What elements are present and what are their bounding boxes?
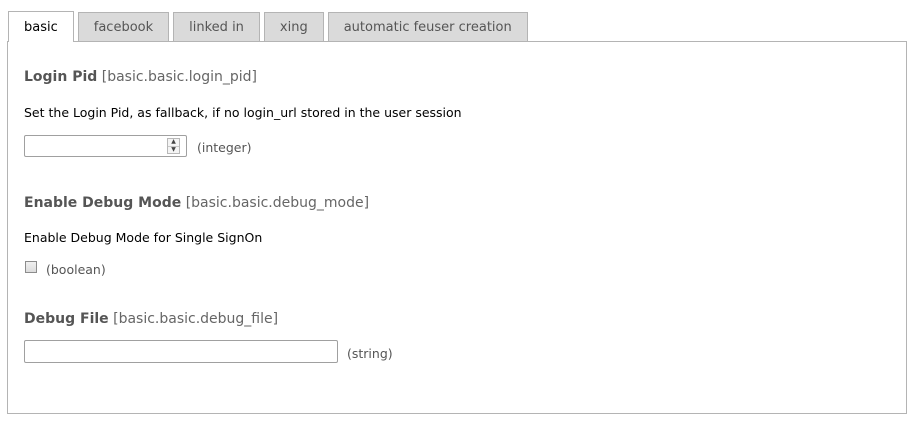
spin-down-icon[interactable]: ▼: [168, 145, 179, 154]
debug-file-key: [basic.basic.debug_file]: [113, 311, 279, 327]
login-pid-key: [basic.basic.login_pid]: [101, 69, 258, 85]
login-pid-type-hint: (integer): [197, 140, 252, 155]
debug-file-title: Debug File [basic.basic.debug_file]: [24, 311, 278, 327]
debug-mode-name: Enable Debug Mode: [24, 195, 182, 211]
login-pid-title: Login Pid [basic.basic.login_pid]: [24, 69, 257, 85]
debug-mode-title: Enable Debug Mode [basic.basic.debug_mod…: [24, 195, 369, 211]
debug-mode-key: [basic.basic.debug_mode]: [185, 195, 370, 211]
login-pid-spinner[interactable]: ▲ ▼: [167, 138, 180, 154]
tab-panel-basic: Login Pid [basic.basic.login_pid] Set th…: [7, 41, 907, 414]
login-pid-input[interactable]: [25, 136, 163, 156]
login-pid-description: Set the Login Pid, as fallback, if no lo…: [24, 105, 462, 120]
tab-xing[interactable]: xing: [263, 12, 324, 42]
login-pid-stepper[interactable]: ▲ ▼: [24, 135, 187, 157]
login-pid-name: Login Pid: [24, 69, 98, 85]
debug-mode-type-hint: (boolean): [46, 262, 106, 277]
debug-mode-description: Enable Debug Mode for Single SignOn: [24, 230, 263, 245]
tab-basic[interactable]: basic: [8, 11, 74, 42]
debug-file-name: Debug File: [24, 311, 109, 327]
tab-bar: basic facebook linked in xing automatic …: [8, 11, 532, 42]
debug-file-type-hint: (string): [347, 346, 393, 361]
debug-file-input[interactable]: [24, 340, 338, 363]
tab-linked-in[interactable]: linked in: [173, 12, 260, 42]
debug-mode-checkbox[interactable]: [25, 261, 37, 273]
tab-automatic-feuser-creation[interactable]: automatic feuser creation: [327, 12, 528, 42]
tab-facebook[interactable]: facebook: [77, 12, 170, 42]
extension-config-screen: basic facebook linked in xing automatic …: [0, 0, 923, 436]
